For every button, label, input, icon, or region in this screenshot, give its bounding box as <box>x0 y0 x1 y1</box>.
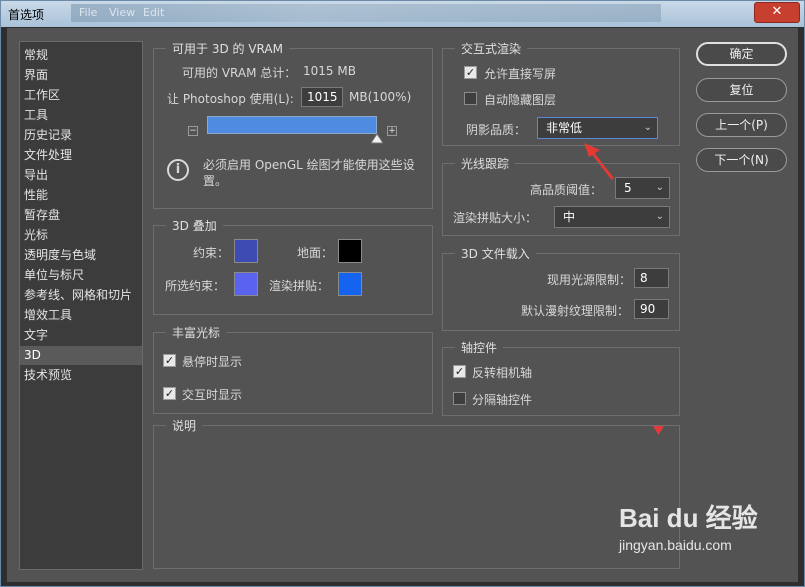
watermark-brand: Bai du 经验 <box>619 503 758 533</box>
render-tile-label: 渲染拼贴： <box>269 279 330 293</box>
category-item[interactable]: 导出 <box>20 166 142 185</box>
ghost-menu-edit: Edit <box>143 6 165 19</box>
show-on-interact-checkbox[interactable]: ✓ <box>163 387 176 400</box>
separate-axis-checkbox[interactable] <box>453 392 466 405</box>
shadow-quality-label: 阴影品质： <box>466 123 527 137</box>
opengl-note: 必须启用 OpenGL 绘图才能使用这些设置。 <box>203 158 415 188</box>
ground-label: 地面： <box>297 246 334 260</box>
constraint-color-swatch[interactable] <box>234 239 258 263</box>
description-group-title: 说明 <box>166 417 203 434</box>
category-list: 常规 界面 工作区 工具 历史记录 文件处理 导出 性能 暂存盘 光标 透明度与色域 单位与标尺 参考线… <box>19 41 143 570</box>
selected-constraint-color-swatch[interactable] <box>234 272 258 296</box>
category-item[interactable]: 界面 <box>20 66 142 85</box>
tile-size-value: 中 <box>563 210 576 224</box>
category-item[interactable]: 性能 <box>20 186 142 205</box>
next-button[interactable]: 下一个(N) <box>696 148 787 172</box>
window-title: 首选项 <box>8 8 45 22</box>
dialog-body: 常规 界面 工作区 工具 历史记录 文件处理 导出 性能 暂存盘 光标 透明度与色域 单位与标尺 参考线… <box>7 28 798 582</box>
show-on-hover-label: 悬停时显示 <box>182 355 243 369</box>
category-item[interactable]: 增效工具 <box>20 306 142 325</box>
overlay-group: 3D 叠加 <box>153 217 433 315</box>
category-item[interactable]: 工具 <box>20 106 142 125</box>
overlay-group-title: 3D 叠加 <box>166 217 223 234</box>
shadow-quality-select[interactable]: 非常低 ⌄ <box>537 117 658 139</box>
reset-button[interactable]: 复位 <box>696 78 787 102</box>
vram-total-label: 可用的 VRAM 总计： <box>182 66 297 80</box>
preferences-window: 首选项 File View Edit ✕ 常规 界面 工作区 工具 历史记录 文件处理 导出… <box>0 0 805 587</box>
vram-use-unit: MB(100%) <box>349 90 412 104</box>
category-item[interactable]: 单位与标尺 <box>20 266 142 285</box>
category-item[interactable]: 技术预览 <box>20 366 142 385</box>
category-item[interactable]: 历史记录 <box>20 126 142 145</box>
close-icon: ✕ <box>771 4 783 19</box>
category-item[interactable]: 工作区 <box>20 86 142 105</box>
show-on-hover-checkbox[interactable]: ✓ <box>163 354 176 367</box>
vram-total-value: 1015 MB <box>303 64 356 78</box>
info-icon: i <box>167 159 189 181</box>
category-item[interactable]: 文字 <box>20 326 142 345</box>
file-load-group: 3D 文件载入 <box>442 245 680 331</box>
watermark-url: jingyan.baidu.com <box>619 537 732 553</box>
allow-direct-write-label: 允许直接写屏 <box>484 67 557 81</box>
category-item[interactable]: 常规 <box>20 46 142 65</box>
category-item[interactable]: 参考线、网格和切片 <box>20 286 142 305</box>
light-limit-input[interactable]: 8 <box>634 268 669 288</box>
constraint-label: 约束： <box>193 246 230 260</box>
tile-size-label: 渲染拼贴大小： <box>453 211 538 225</box>
chevron-down-icon: ⌄ <box>655 211 664 222</box>
auto-hide-layers-label: 自动隐藏图层 <box>484 93 557 107</box>
slider-thumb[interactable] <box>371 134 383 144</box>
texture-limit-label: 默认漫射纹理限制： <box>521 304 630 318</box>
rich-cursor-group-title: 丰富光标 <box>166 324 227 341</box>
ray-tracing-group-title: 光线跟踪 <box>455 155 516 172</box>
invert-camera-axis-checkbox[interactable]: ✓ <box>453 365 466 378</box>
vram-group-title: 可用于 3D 的 VRAM <box>166 40 289 57</box>
axis-control-group-title: 轴控件 <box>455 339 504 356</box>
ok-button[interactable]: 确定 <box>696 42 787 66</box>
ghost-menu-view: View <box>109 6 136 19</box>
light-limit-label: 现用光源限制： <box>547 273 632 287</box>
slider-minus-icon[interactable]: − <box>188 126 198 136</box>
vram-use-input[interactable]: 1015 <box>301 87 343 107</box>
category-item[interactable]: 光标 <box>20 226 142 245</box>
category-item[interactable]: 暂存盘 <box>20 206 142 225</box>
vram-use-label: 让 Photoshop 使用(L): <box>167 92 294 106</box>
category-item[interactable]: 文件处理 <box>20 146 142 165</box>
hq-threshold-label: 高品质阈值： <box>530 183 603 197</box>
hq-threshold-value: 5 <box>624 181 632 195</box>
invert-camera-axis-label: 反转相机轴 <box>472 366 533 380</box>
allow-direct-write-checkbox[interactable]: ✓ <box>464 66 477 79</box>
prev-button[interactable]: 上一个(P) <box>696 113 787 137</box>
file-load-group-title: 3D 文件载入 <box>455 245 536 262</box>
render-tile-color-swatch[interactable] <box>338 272 362 296</box>
warning-triangle-icon <box>653 426 664 435</box>
baidu-watermark: Bai du 经验 jingyan.baidu.com <box>619 498 758 553</box>
tile-size-select[interactable]: 中 ⌄ <box>554 206 670 228</box>
interactive-render-group-title: 交互式渲染 <box>455 40 528 57</box>
texture-limit-input[interactable]: 90 <box>634 299 669 319</box>
close-button[interactable]: ✕ <box>754 2 800 23</box>
slider-plus-icon[interactable]: + <box>387 126 397 136</box>
category-item[interactable]: 3D <box>20 346 142 365</box>
auto-hide-layers-checkbox[interactable] <box>464 92 477 105</box>
show-on-interact-label: 交互时显示 <box>182 388 243 402</box>
ghost-menu-file: File <box>79 6 98 19</box>
chevron-down-icon: ⌄ <box>643 122 652 133</box>
category-item[interactable]: 透明度与色域 <box>20 246 142 265</box>
hq-threshold-select[interactable]: 5 ⌄ <box>615 177 670 199</box>
chevron-down-icon: ⌄ <box>655 182 664 193</box>
title-bar: 首选项 File View Edit ✕ <box>1 1 804 27</box>
selected-constraint-label: 所选约束： <box>165 279 226 293</box>
ground-color-swatch[interactable] <box>338 239 362 263</box>
vram-slider[interactable] <box>207 116 377 134</box>
separate-axis-label: 分隔轴控件 <box>472 393 533 407</box>
shadow-quality-value: 非常低 <box>546 121 583 135</box>
description-group: 说明 <box>153 417 680 569</box>
